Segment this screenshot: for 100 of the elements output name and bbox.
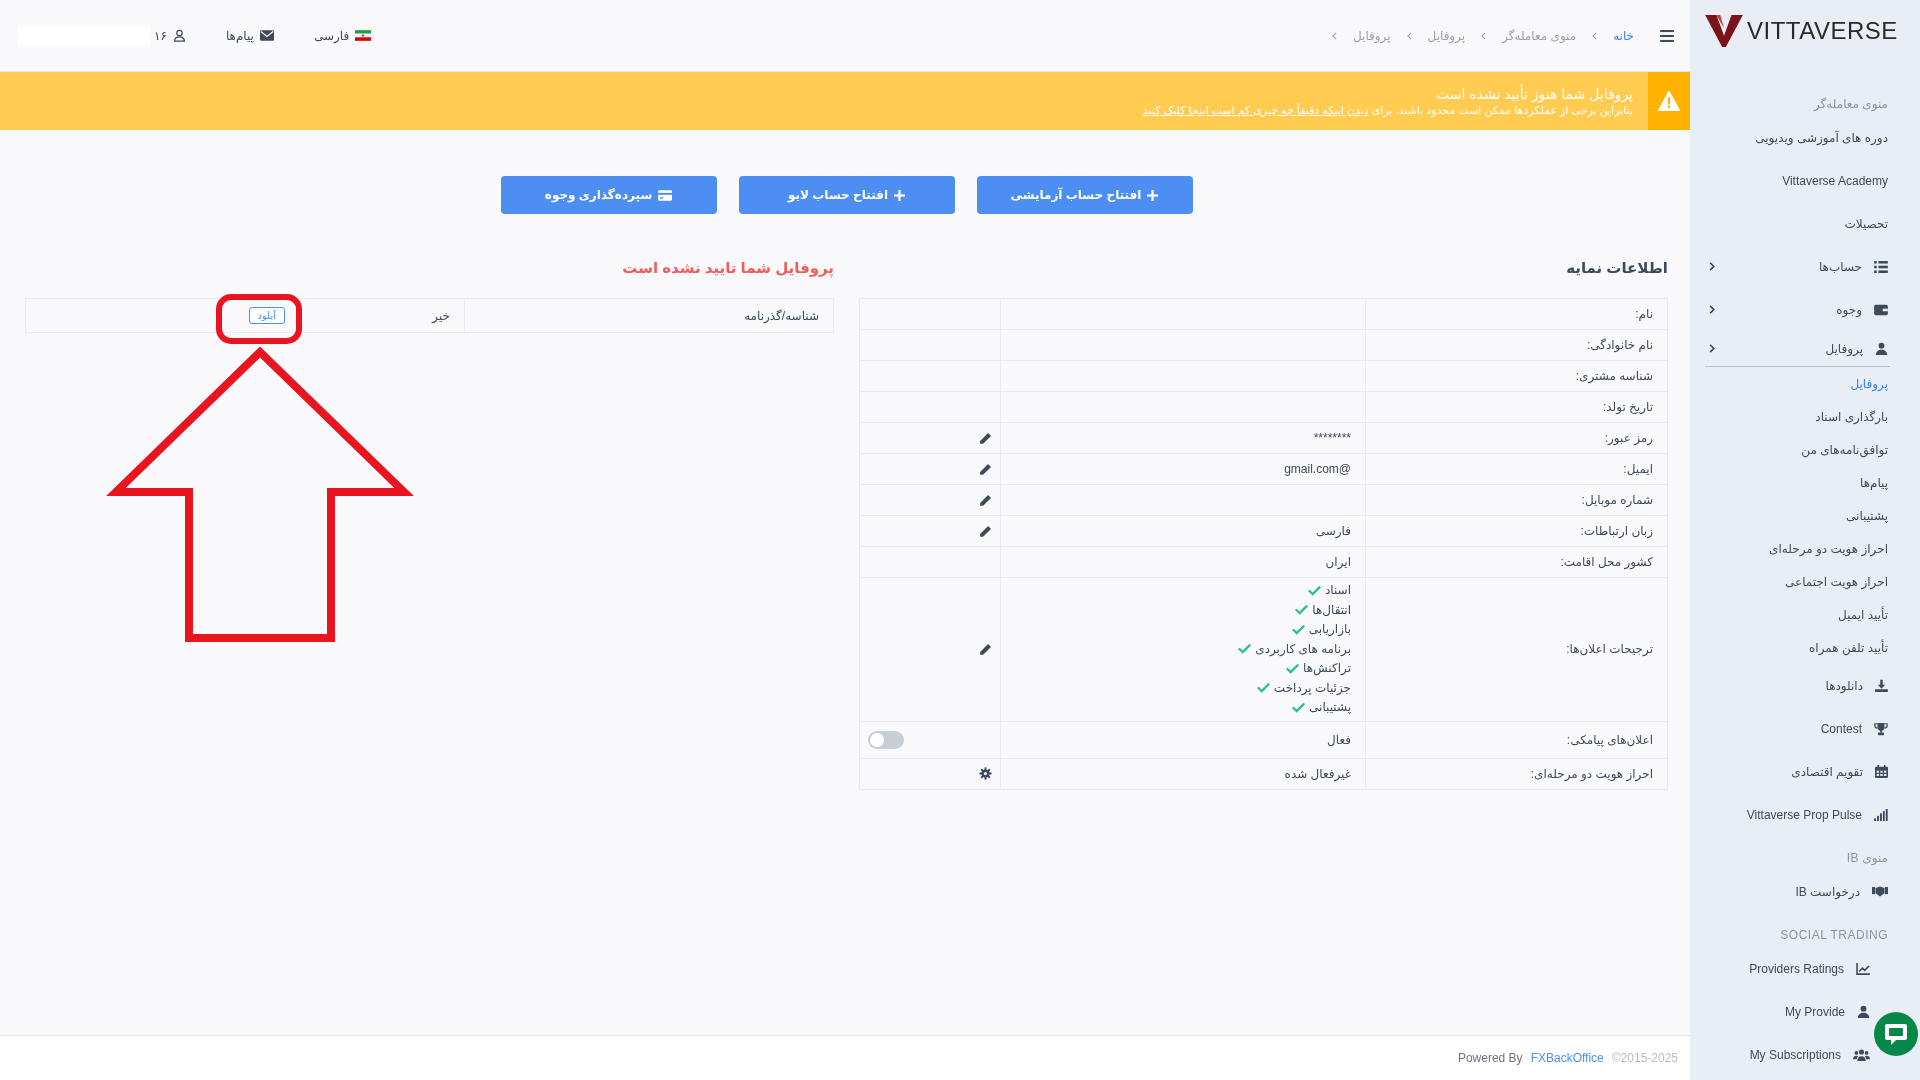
sidebar-subitem[interactable]: پشتیبانی — [1705, 499, 1890, 532]
breadcrumb-item: پروفایل — [1427, 27, 1466, 45]
preference-label: تراکنش‌ها — [1303, 660, 1351, 678]
sidebar-subitem[interactable]: بارگذاری اسناد — [1705, 400, 1890, 433]
sidebar-subitem[interactable]: احراز هویت اجتماعی — [1705, 565, 1890, 598]
credit-card-icon — [658, 189, 673, 201]
sidebar-item[interactable]: وجوه — [1705, 288, 1890, 331]
banner-message: بنابراین برخی از عملکردها ممکن است محدود باشند. برای دیدن اینکه دقیقاً چه چیزی کم است اینجا کلیک کنید — [1142, 103, 1633, 117]
mail-icon — [259, 30, 274, 41]
language-selector[interactable]: فارسی — [313, 26, 372, 45]
footer-text: Powered By — [1457, 1050, 1523, 1067]
sidebar-subitem[interactable]: تأیید تلفن همراه — [1705, 631, 1890, 664]
table-cell: اعلان‌های پیامکی: — [1365, 721, 1668, 759]
chevron-icon — [1406, 31, 1412, 40]
table-cell: رمز عبور: — [1365, 423, 1668, 454]
preference-label: پشتیبانی — [1309, 699, 1351, 716]
chevron-icon — [1592, 31, 1598, 40]
chevron-icon — [1709, 344, 1715, 353]
settings-icon[interactable] — [979, 767, 992, 780]
user-icon — [1857, 1005, 1870, 1018]
section-heading: منوی IB — [1845, 850, 1889, 867]
table-cell-text: غیرفعال شده — [1284, 765, 1351, 783]
sidebar-item[interactable]: تقویم اقتصادی — [1791, 750, 1890, 793]
account-menu[interactable]: ۱۶ — [154, 26, 186, 45]
toggle-switch[interactable] — [868, 730, 904, 749]
section-heading: منوی معامله‌گر — [1812, 96, 1889, 113]
preference-label: بازاریابی — [1308, 621, 1351, 638]
table-cell: کشور محل اقامت: — [1365, 547, 1668, 578]
table-cell-text: ******** — [1313, 430, 1351, 447]
preference-label: برنامه های کاربردی — [1255, 640, 1351, 658]
pencil-icon[interactable] — [979, 524, 992, 538]
chevron-icon — [1709, 262, 1715, 271]
preference-label: انتقال‌ها — [1312, 601, 1351, 619]
calendar-icon — [1875, 765, 1888, 778]
banner-title: پروفایل شما هنوز تأیید نشده است — [1434, 85, 1633, 103]
section-title: اطلاعات نمایه — [1565, 258, 1668, 278]
preference-label: اسناد — [1325, 582, 1351, 599]
sidebar-item[interactable]: درخواست IB — [1795, 870, 1890, 913]
table-cell: نام: — [1365, 299, 1668, 330]
handshake-icon — [1872, 886, 1888, 897]
sidebar-item[interactable]: تحصیلات — [1844, 202, 1890, 245]
sidebar-item[interactable]: پروفایل — [1705, 331, 1890, 367]
pencil-icon[interactable] — [979, 431, 992, 445]
messages-link[interactable]: پیام‌ها — [225, 26, 274, 45]
table-cell-text: فارسی — [1315, 523, 1351, 540]
sidebar-subitem[interactable]: تأیید ایمیل — [1705, 598, 1890, 631]
sidebar-subitem[interactable]: پیام‌ها — [1705, 466, 1890, 499]
sidebar-item[interactable]: حساب‌ها — [1705, 245, 1890, 288]
table-cell-text: ایران — [1325, 554, 1351, 571]
table-cell: ایمیل: — [1365, 454, 1668, 485]
breadcrumb-item: منوی معامله‌گر — [1502, 27, 1577, 45]
user-icon — [1875, 342, 1888, 355]
wallet-icon — [1874, 303, 1888, 316]
signal-bars-icon — [1874, 808, 1888, 821]
plus-icon — [894, 189, 905, 201]
table-cell: زبان ارتباطات: — [1365, 516, 1668, 547]
flag-icon — [355, 30, 372, 41]
sidebar-item[interactable]: My Subscriptions — [1749, 1033, 1872, 1076]
table-cell: شماره موبایل: — [1365, 485, 1668, 516]
table-cell: احراز هویت دو مرحله‌ای: — [1365, 758, 1668, 790]
chart-icon — [1856, 962, 1870, 975]
sidebar-item[interactable]: دوره های آموزشی ویدیویی — [1755, 116, 1890, 159]
section-heading: SOCIAL TRADING — [1779, 927, 1889, 944]
table-cell: شناسه مشتری: — [1365, 361, 1668, 392]
menu-icon[interactable] — [1660, 29, 1674, 42]
chevron-icon — [1331, 31, 1337, 40]
sidebar-item[interactable]: My Provide — [1784, 990, 1872, 1033]
users-icon — [1853, 1048, 1870, 1061]
table-cell: شناسه/گذرنامه — [464, 299, 834, 333]
list-icon — [1874, 260, 1888, 273]
pencil-icon[interactable] — [979, 462, 992, 476]
sidebar-subitem[interactable]: احراز هویت دو مرحله‌ای — [1705, 532, 1890, 565]
download-icon — [1875, 679, 1888, 692]
breadcrumb-item: پروفایل — [1352, 27, 1391, 45]
plus-icon — [1147, 189, 1159, 201]
sidebar-subitem[interactable]: توافق‌نامه‌های من — [1705, 433, 1890, 466]
chevron-icon — [1709, 305, 1715, 314]
chat-icon — [1883, 1021, 1909, 1047]
section-title: پروفایل شما تایید نشده است — [621, 258, 834, 278]
table-cell-text: @gmail.com — [1284, 461, 1351, 478]
user-icon — [172, 29, 186, 42]
brand-name: VITTAVERSE — [1747, 16, 1898, 46]
sidebar-item[interactable]: Vittaverse Academy — [1782, 159, 1890, 202]
sidebar-item[interactable]: Vittaverse Prop Pulse — [1746, 793, 1890, 836]
pencil-icon[interactable] — [979, 642, 992, 656]
sidebar-item[interactable]: Contest — [1820, 707, 1890, 750]
preference-label: جزئیات پرداخت — [1273, 679, 1351, 697]
table-cell-text: فعال — [1327, 731, 1351, 749]
pencil-icon[interactable] — [979, 493, 992, 507]
table-cell: نام خانوادگی: — [1365, 330, 1668, 361]
table-cell: تاریخ تولد: — [1365, 392, 1668, 423]
logo-icon — [1705, 15, 1743, 47]
sidebar-item[interactable]: Providers Ratings — [1749, 947, 1872, 990]
sidebar-item[interactable]: دانلودها — [1825, 664, 1890, 707]
trophy-icon — [1874, 721, 1888, 736]
breadcrumb-item[interactable]: خانه — [1613, 26, 1634, 45]
table-cell: ترجیحات اعلان‌ها: — [1365, 578, 1668, 722]
table-cell-text: خیر — [432, 307, 450, 325]
footer-text: ©2015-2025 — [1611, 1050, 1678, 1067]
warning-icon — [1658, 91, 1680, 111]
